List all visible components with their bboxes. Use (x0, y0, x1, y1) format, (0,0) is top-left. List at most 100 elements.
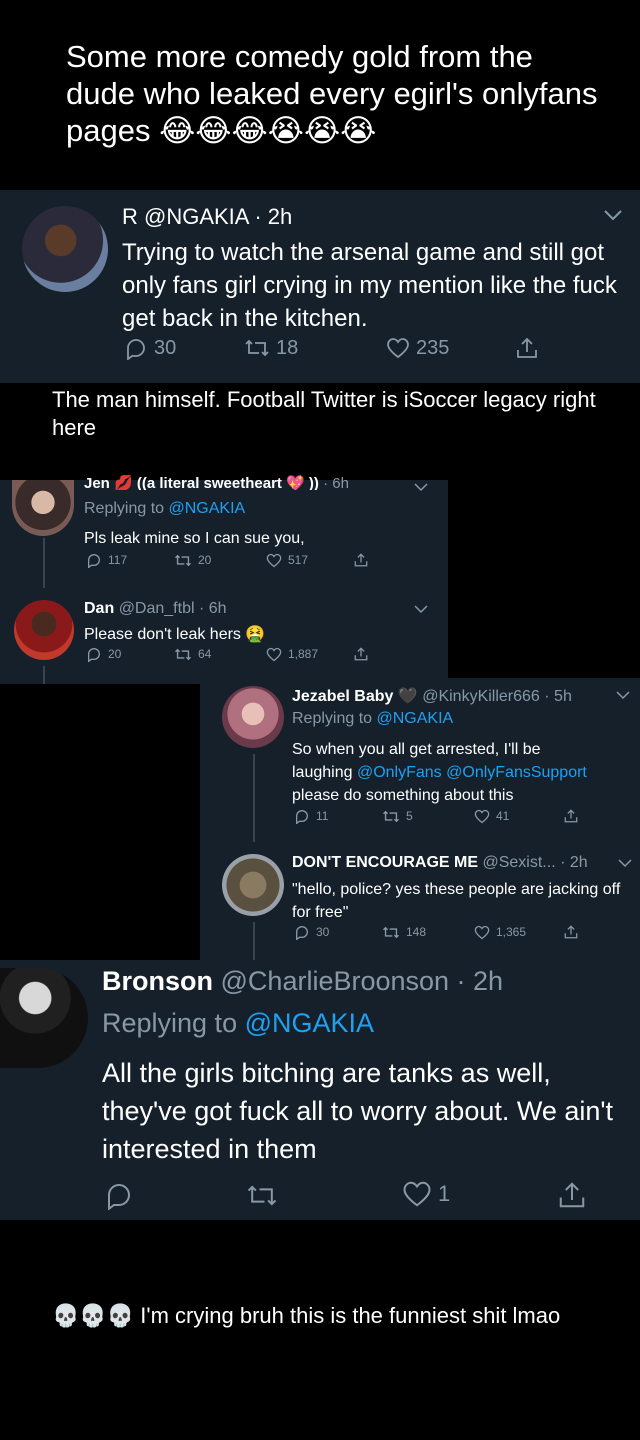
retweet-button[interactable]: 5 (382, 809, 413, 824)
reply-button[interactable]: 117 (86, 552, 127, 568)
reply-count: 11 (316, 809, 329, 823)
share-icon[interactable] (354, 646, 368, 662)
heart-icon (474, 925, 490, 939)
tweet-text: Trying to watch the arsenal game and sti… (122, 239, 617, 332)
tweet-text: So when you all get arrested, I'll be la… (292, 738, 622, 807)
tweet-text: "hello, police? yes these people are jac… (292, 881, 621, 921)
reply-icon (296, 925, 309, 940)
like-button[interactable]: 1,887 (266, 647, 318, 662)
chevron-down-icon[interactable] (616, 690, 630, 700)
handle-time: @KinkyKiller666 · 5h (422, 688, 572, 705)
replying-handle-link[interactable]: @NGAKIA (377, 710, 454, 727)
avatar[interactable] (22, 206, 108, 292)
chevron-down-icon[interactable] (414, 482, 428, 492)
reply-tweet-jen[interactable]: Jen 💋 ((a literal sweetheart 💖 )) · 6h R… (0, 475, 448, 588)
display-name[interactable]: Jen 💋 ((a literal sweetheart 💖 )) (84, 475, 319, 490)
avatar[interactable] (14, 600, 74, 660)
avatar[interactable] (222, 686, 284, 748)
reply-button[interactable]: 20 (86, 646, 121, 662)
heart-icon (387, 338, 409, 359)
chevron-down-icon[interactable] (414, 604, 428, 614)
share-icon[interactable] (564, 924, 578, 940)
display-name[interactable]: DON'T ENCOURAGE ME (292, 854, 478, 871)
reply-button[interactable]: 30 (124, 336, 176, 360)
mention-onlyfans-link[interactable]: @OnlyFans (357, 764, 442, 781)
tweet-header: R @NGAKIA · 2h (122, 204, 293, 229)
chevron-down-icon[interactable] (603, 208, 623, 222)
reply-icon[interactable] (104, 1180, 134, 1210)
display-name[interactable]: Bronson (102, 966, 213, 996)
reply-button[interactable]: 30 (294, 924, 329, 940)
like-button[interactable]: 1,365 (474, 925, 526, 940)
retweet-icon (383, 810, 399, 822)
heart-icon (474, 809, 490, 823)
tweet-text: Pls leak mine so I can sue you, (84, 530, 305, 547)
like-count: 235 (416, 336, 450, 359)
handle-time: @Sexist... · 2h (482, 854, 588, 871)
like-button[interactable]: 1 (402, 1180, 450, 1208)
main-tweet[interactable]: R @NGAKIA · 2h Trying to watch the arsen… (0, 190, 640, 383)
handle-time: @CharlieBroonson · 2h (220, 966, 504, 996)
heart-icon (266, 647, 282, 661)
reply-button[interactable]: 11 (294, 808, 328, 824)
tweet-text: Please don't leak hers 🤮 (84, 626, 266, 643)
reply-icon (88, 553, 101, 568)
share-icon[interactable] (558, 1180, 586, 1210)
like-count: 1,887 (288, 647, 319, 661)
reply-tweet-bronson[interactable]: Bronson @CharlieBroonson · 2h Replying t… (0, 960, 640, 1220)
chevron-down-icon[interactable] (618, 858, 632, 868)
reply-count: 30 (154, 336, 177, 359)
thread-line (43, 538, 45, 588)
share-icon[interactable] (516, 336, 538, 360)
retweet-icon (383, 926, 399, 938)
mention-onlyfanssupport-link[interactable]: @OnlyFansSupport (446, 764, 587, 781)
like-count: 41 (496, 809, 510, 823)
avatar[interactable] (0, 968, 88, 1068)
retweet-icon[interactable] (246, 1182, 278, 1209)
share-icon[interactable] (564, 808, 578, 824)
retweet-icon (245, 339, 269, 357)
thread-line (253, 754, 255, 842)
replying-handle-link[interactable]: @NGAKIA (169, 500, 246, 517)
reply-count: 20 (108, 647, 122, 661)
retweet-count: 148 (406, 925, 427, 939)
mid-caption: The man himself. Football Twitter is iSo… (52, 387, 596, 440)
like-button[interactable]: 41 (474, 809, 509, 824)
reply-tweet-dan[interactable]: Dan @Dan_ftbl · 6h Please don't leak her… (0, 588, 448, 684)
avatar[interactable] (12, 480, 74, 536)
tweet-text-line: laughing @OnlyFans @OnlyFansSupport (292, 761, 622, 784)
share-icon[interactable] (354, 552, 368, 568)
thread-line (253, 922, 255, 960)
like-count: 1 (438, 1181, 451, 1206)
top-caption: Some more comedy gold from the dude who … (66, 39, 598, 148)
retweet-button[interactable]: 18 (244, 337, 298, 360)
like-button[interactable]: 235 (386, 337, 449, 360)
reply-tweet-jezabel[interactable]: Jezabel Baby 🖤 @KinkyKiller666 · 5h Repl… (200, 678, 640, 842)
heart-icon (266, 553, 282, 567)
reply-icon (127, 339, 145, 360)
retweet-icon (175, 554, 191, 566)
thread-line (43, 666, 45, 684)
reply-tweet-dont-encourage[interactable]: DON'T ENCOURAGE ME @Sexist... · 2h "hell… (200, 842, 640, 960)
heart-icon (403, 1181, 431, 1207)
retweet-button[interactable]: 64 (174, 647, 211, 662)
reply-icon (296, 809, 309, 824)
avatar[interactable] (222, 854, 284, 916)
retweet-count: 18 (276, 336, 299, 359)
retweet-count: 64 (198, 647, 212, 661)
like-count: 1,365 (496, 925, 527, 939)
bottom-caption: 💀💀💀 I'm crying bruh this is the funniest… (52, 1303, 561, 1328)
like-button[interactable]: 517 (266, 553, 308, 568)
display-name[interactable]: Jezabel Baby 🖤 (292, 688, 418, 705)
reply-count: 30 (316, 925, 330, 939)
retweet-count: 20 (198, 553, 212, 567)
tweet-text-line: So when you all get arrested, I'll be (292, 741, 541, 758)
replying-handle-link[interactable]: @NGAKIA (245, 1008, 374, 1038)
tweet-text-line: please do something about this (292, 787, 514, 804)
reply-count: 117 (108, 553, 128, 567)
retweet-button[interactable]: 20 (174, 553, 211, 568)
like-count: 517 (288, 553, 309, 567)
replying-label: Replying to (102, 1008, 238, 1038)
retweet-button[interactable]: 148 (382, 925, 426, 940)
display-name[interactable]: Dan (84, 600, 114, 617)
